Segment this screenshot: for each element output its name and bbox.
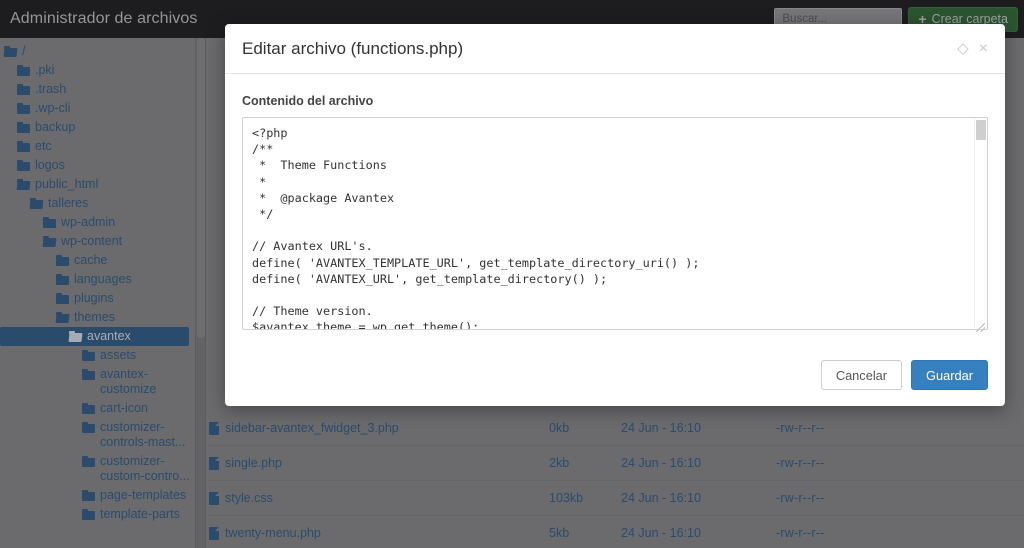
- cancel-button[interactable]: Cancelar: [821, 360, 902, 390]
- code-editor-wrapper: [242, 117, 988, 335]
- code-scrollbar-thumb[interactable]: [976, 120, 986, 140]
- code-scrollbar[interactable]: [974, 119, 986, 328]
- expand-icon[interactable]: ◇: [957, 41, 969, 56]
- modal-header-actions: ◇ ×: [957, 41, 988, 57]
- edit-file-modal: Editar archivo (functions.php) ◇ × Conte…: [225, 24, 1005, 406]
- file-content-textarea[interactable]: [242, 117, 988, 330]
- close-icon[interactable]: ×: [979, 41, 988, 57]
- textarea-resize-grip[interactable]: [976, 323, 985, 332]
- modal-header: Editar archivo (functions.php) ◇ ×: [225, 24, 1005, 74]
- modal-body: Contenido del archivo: [225, 74, 1005, 344]
- save-button[interactable]: Guardar: [911, 360, 988, 390]
- file-manager-app: Administrador de archivos + Crear carpet…: [0, 0, 1024, 548]
- modal-title: Editar archivo (functions.php): [242, 39, 463, 59]
- modal-footer: Cancelar Guardar: [225, 344, 1005, 406]
- file-content-label: Contenido del archivo: [242, 94, 988, 108]
